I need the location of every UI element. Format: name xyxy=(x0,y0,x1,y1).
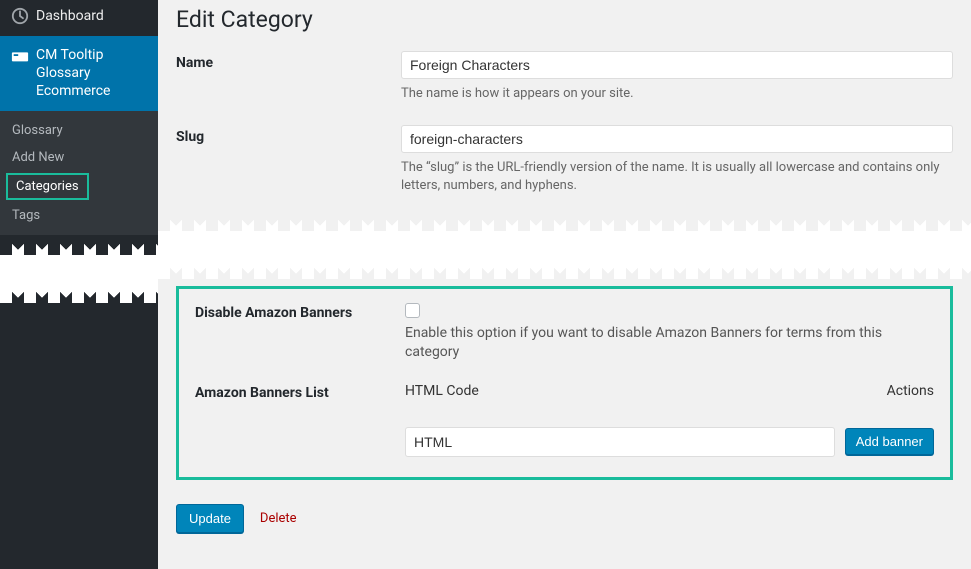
page-title: Edit Category xyxy=(176,6,953,33)
form-actions: Update Delete xyxy=(176,504,953,533)
col-html-code: HTML Code xyxy=(405,383,479,399)
plugin-icon xyxy=(10,46,30,66)
zigzag-cut-main xyxy=(158,218,971,278)
sidebar-item-dashboard[interactable]: Dashboard xyxy=(0,0,158,36)
sidebar-submenu: Glossary Add New Categories Tags xyxy=(0,111,158,235)
banners-list-label: Amazon Banners List xyxy=(195,383,405,401)
update-button[interactable]: Update xyxy=(176,504,244,533)
submenu-item-glossary[interactable]: Glossary xyxy=(0,117,158,144)
banners-list-row: Amazon Banners List HTML Code Actions Ad… xyxy=(195,383,934,457)
banners-table-header: HTML Code Actions xyxy=(405,383,934,399)
slug-description: The “slug” is the URL-friendly version o… xyxy=(401,159,953,195)
disable-banners-row: Disable Amazon Banners Enable this optio… xyxy=(195,303,934,363)
disable-banners-checkbox[interactable] xyxy=(405,303,420,318)
name-label: Name xyxy=(176,51,401,71)
zigzag-cut-sidebar xyxy=(0,242,158,302)
form-row-name: Name The name is how it appears on your … xyxy=(176,51,953,103)
name-input[interactable] xyxy=(401,51,953,79)
add-banner-button[interactable]: Add banner xyxy=(845,428,934,455)
disable-banners-description: Enable this option if you want to disabl… xyxy=(405,324,934,363)
delete-link[interactable]: Delete xyxy=(260,511,297,526)
form-row-slug: Slug The “slug” is the URL-friendly vers… xyxy=(176,125,953,195)
sidebar-item-cm-tooltip[interactable]: CM Tooltip Glossary Ecommerce xyxy=(0,36,158,111)
disable-banners-label: Disable Amazon Banners xyxy=(195,303,405,321)
submenu-item-categories[interactable]: Categories xyxy=(6,173,89,200)
banner-html-input[interactable] xyxy=(405,427,835,457)
sidebar-item-label: CM Tooltip Glossary Ecommerce xyxy=(36,46,148,101)
col-actions: Actions xyxy=(887,383,934,399)
slug-input[interactable] xyxy=(401,125,953,153)
main-content: Edit Category Name The name is how it ap… xyxy=(158,0,971,569)
banner-input-row: Add banner xyxy=(405,427,934,457)
name-description: The name is how it appears on your site. xyxy=(401,85,953,103)
submenu-item-add-new[interactable]: Add New xyxy=(0,144,158,171)
submenu-item-tags[interactable]: Tags xyxy=(0,202,158,229)
sidebar-item-label: Dashboard xyxy=(36,8,104,24)
slug-label: Slug xyxy=(176,125,401,145)
dashboard-icon xyxy=(10,6,30,26)
amazon-section: Disable Amazon Banners Enable this optio… xyxy=(176,286,953,480)
